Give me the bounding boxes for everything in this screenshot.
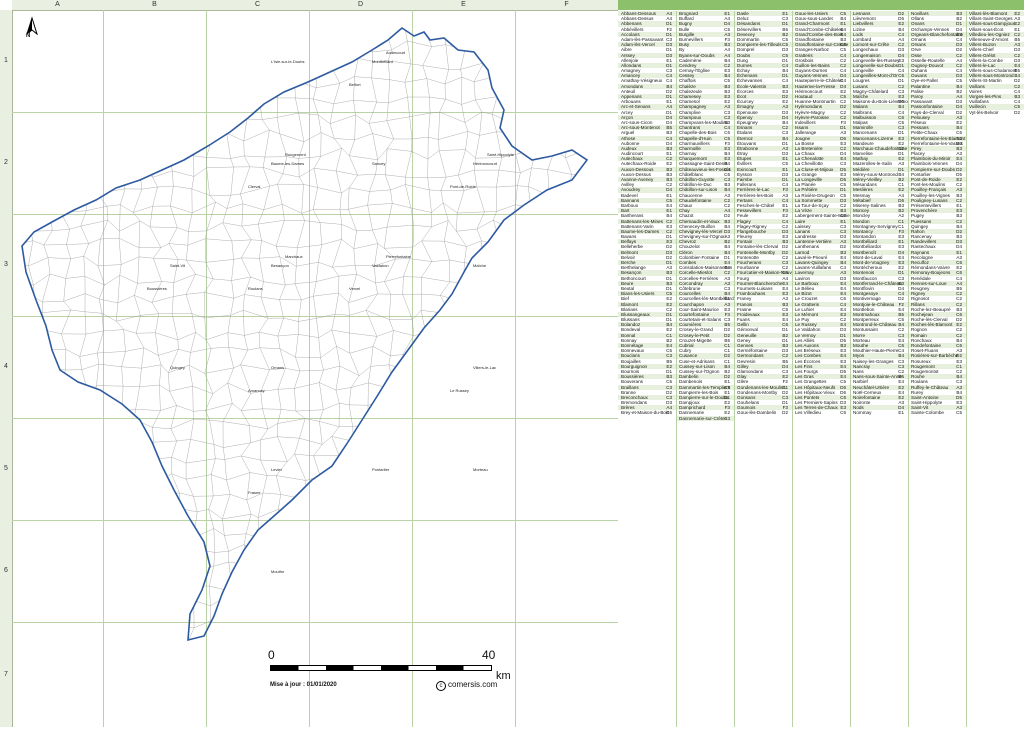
- map-outline: Montbéliard Belfort Pontarlier Morteau Besan…: [21, 26, 589, 642]
- commune-boundaries: [22, 28, 587, 640]
- row-label: 3: [4, 261, 8, 268]
- place-label: Pont-de-Roide: [450, 184, 477, 189]
- place-label: Rougemont: [285, 152, 307, 157]
- commune-name: Brey-et-Maison-du-Bois: [621, 410, 670, 416]
- row-label: 2: [4, 159, 8, 166]
- row-label: 5: [4, 465, 8, 472]
- commune-name: Goux-lès-Dambelin: [737, 410, 777, 416]
- index-column: Lesnans D2 Lièvremont D5 Liebvillers E2 Lizine…: [850, 11, 908, 727]
- place-label: Marchaux: [285, 254, 303, 259]
- column-label: F: [564, 1, 569, 8]
- index-row: Vyt-lès-Belvoir D2: [966, 110, 1024, 115]
- place-label: Pierrefontaine: [386, 254, 412, 259]
- place-label: Baume-les-Dames: [271, 161, 304, 166]
- place-label: Valdahon: [372, 263, 389, 268]
- place-label: Roulans: [248, 286, 263, 291]
- commune-grid-cell: E1: [898, 410, 904, 416]
- row-label: 4: [4, 363, 8, 370]
- place-label: Ornans: [271, 365, 284, 370]
- north-label: N: [26, 33, 31, 39]
- index-row: Dannemarie-sur-Crète B3: [676, 415, 734, 421]
- place-label: Besançon: [271, 263, 289, 268]
- place-label: Quingey: [170, 365, 185, 370]
- commune-grid-cell: C6: [666, 410, 672, 416]
- index-column-separator: [850, 11, 851, 727]
- scale-max: 40: [482, 648, 496, 662]
- place-label: Audincourt: [386, 50, 406, 55]
- row-label: 1: [4, 57, 8, 64]
- index-column-separator: [734, 11, 735, 727]
- commune-grid-cell: D2: [1014, 109, 1020, 115]
- place-label: Frasne: [248, 490, 261, 495]
- place-label: Pontarlier: [372, 467, 390, 472]
- place-label: Saint-Hippolyte: [487, 152, 515, 157]
- column-label: B: [152, 1, 157, 8]
- index-row: Les Villedieu C6: [792, 410, 850, 415]
- index-column: Novillars B3 Ollans B2 Onans D1 Orchamps-Venne…: [908, 11, 966, 727]
- scale-unit: km: [496, 670, 511, 682]
- scale-bar: [270, 665, 492, 671]
- commune-name: Nommay: [853, 410, 872, 416]
- department-map: Montbéliard Belfort Pontarlier Morteau Besan…: [12, 10, 618, 727]
- row-label: 7: [4, 670, 8, 678]
- commune-index: Abbans-Dessous A4 Abbans-Dessus A4 Abbenans D…: [618, 0, 1024, 727]
- index-row: Goux-lès-Dambelin D2: [734, 410, 792, 415]
- place-label: Le Russey: [450, 388, 469, 393]
- brand-name: comersis.com: [448, 680, 498, 689]
- place-label: L'Isle-sur-le-Doubs: [271, 59, 304, 64]
- index-column-separator: [908, 11, 909, 727]
- index-row: Sainte-Colombe C5: [908, 410, 966, 415]
- brand-credit: c comersis.com: [436, 680, 497, 691]
- index-column-separator: [792, 11, 793, 727]
- north-arrow-icon: [26, 16, 38, 36]
- column-label: E: [461, 1, 466, 8]
- index-column: Abbans-Dessous A4 Abbans-Dessus A4 Abbenans D…: [618, 11, 676, 727]
- column-label: A: [55, 1, 60, 8]
- place-label: Montbéliard: [372, 59, 393, 64]
- index-header-bar: [618, 0, 1024, 10]
- commune-name: Dannemarie-sur-Crète: [679, 415, 725, 421]
- scale-zero: 0: [268, 648, 275, 662]
- index-column: Dasle E1 Deluz C3 Désandans D1 Déservillers B5 D…: [734, 11, 792, 727]
- commune-grid-cell: D2: [782, 410, 788, 416]
- place-label: Amancey: [248, 388, 265, 393]
- place-label: Maîche: [473, 263, 487, 268]
- place-label: Morteau: [473, 467, 488, 472]
- place-label: Saint-Vit: [170, 263, 186, 268]
- place-label: Clerval: [248, 184, 261, 189]
- index-column-separator: [676, 11, 677, 727]
- place-label: Mouthe: [271, 569, 285, 574]
- index-column: Villars-lès-Blamont E2 Villars-Saint-Georg…: [966, 11, 1024, 727]
- place-label: Boussières: [147, 286, 167, 291]
- column-label: C: [254, 1, 261, 8]
- commune-name: Les Villedieu: [795, 410, 821, 416]
- index-column: Brognard E1 Buffard A4 Bugny D4 Bulle C5 Burgill…: [676, 11, 734, 727]
- place-label: Villers-le-Lac: [473, 365, 496, 370]
- place-label: Sancey: [372, 161, 385, 166]
- index-column: Goux-les-Usiers C5 Goux-sous-Landet B4 Grand…: [792, 11, 850, 727]
- place-label: Vercel: [349, 286, 360, 291]
- place-label: Hérimoncourt: [473, 161, 498, 166]
- update-date: Mise à jour : 01/01/2020: [270, 682, 337, 688]
- index-row: Nommay E1: [850, 410, 908, 415]
- copyright-icon: c: [436, 681, 446, 691]
- north-arrow: [22, 16, 42, 42]
- commune-grid-cell: C5: [956, 410, 962, 416]
- commune-grid-cell: C6: [840, 410, 846, 416]
- index-column-separator: [966, 11, 967, 727]
- row-label: 6: [4, 567, 8, 574]
- place-label: Levier: [271, 467, 283, 472]
- column-label: D: [357, 1, 364, 8]
- commune-name: Sainte-Colombe: [911, 410, 944, 416]
- commune-name: Vyt-lès-Belvoir: [969, 109, 999, 115]
- index-row: Brey-et-Maison-du-Bois C6: [618, 410, 676, 415]
- place-label: Belfort: [349, 82, 361, 87]
- commune-grid-cell: B3: [724, 415, 730, 421]
